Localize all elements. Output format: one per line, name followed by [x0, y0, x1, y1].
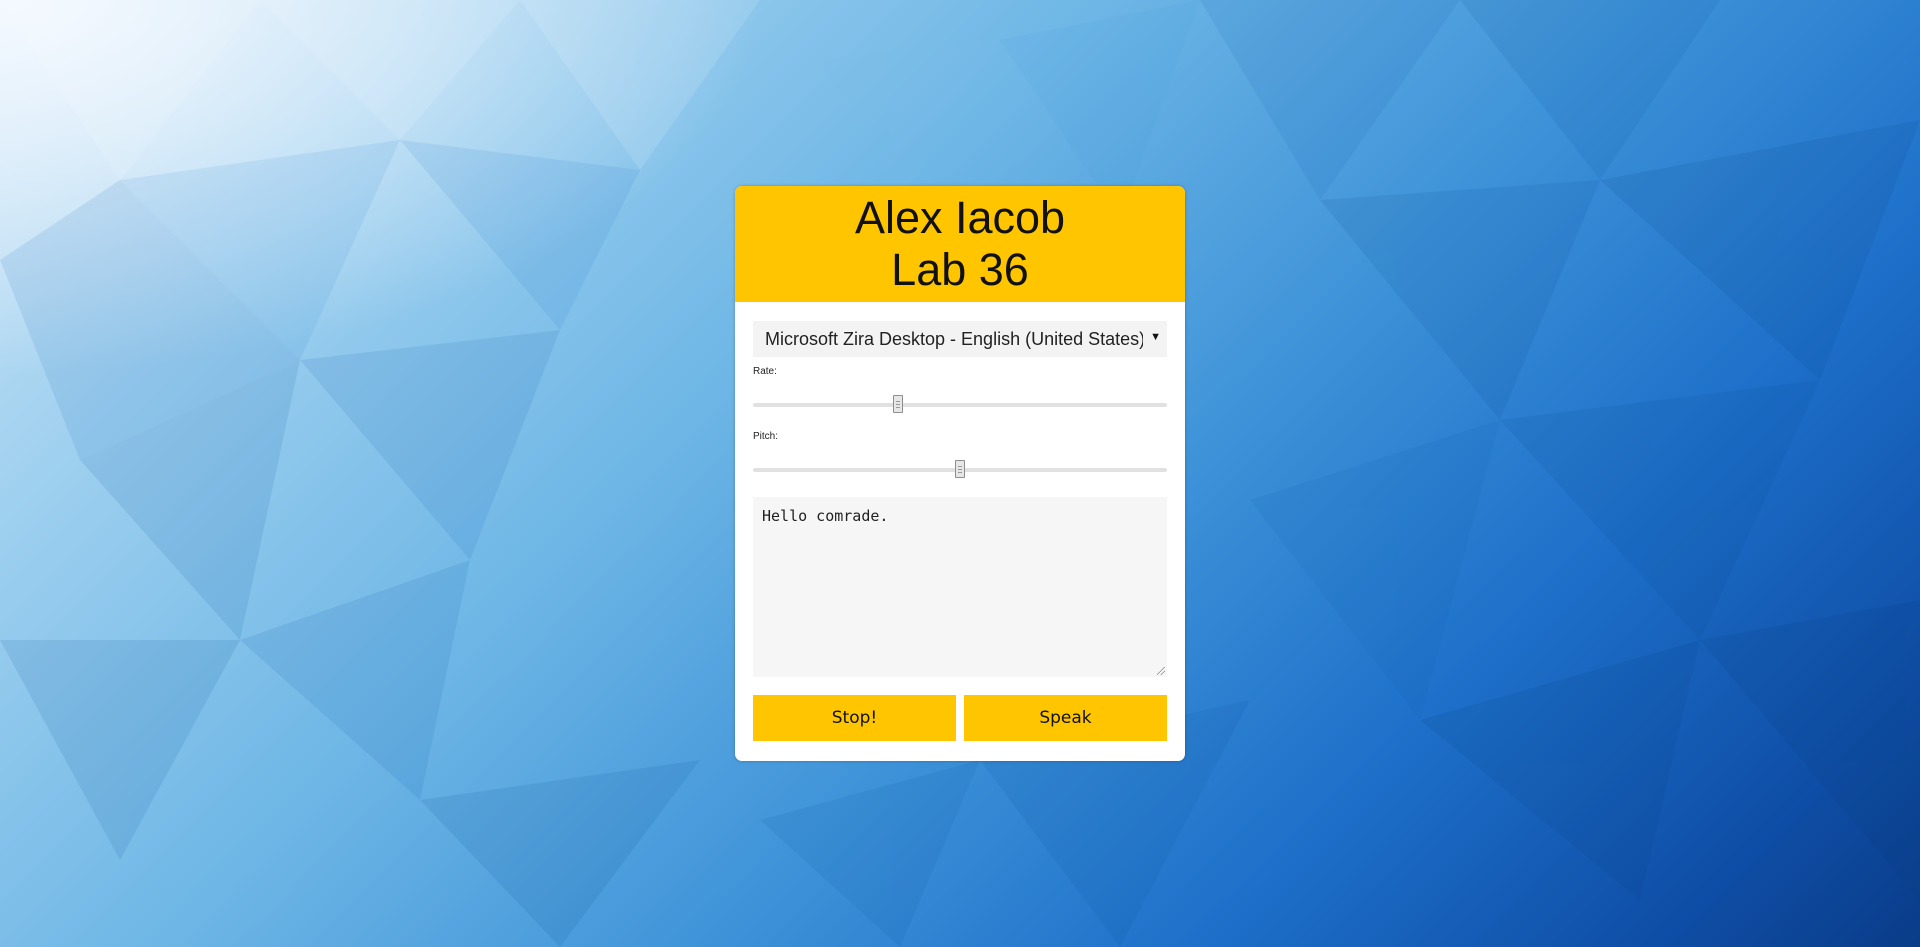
voiceinator-panel: Alex Iacob Lab 36 Microsoft Zira Desktop…	[735, 186, 1185, 761]
message-textarea[interactable]: Hello comrade.	[753, 497, 1167, 677]
pitch-slider-thumb[interactable]	[955, 460, 965, 478]
voice-select-value: Microsoft Zira Desktop - English (United…	[765, 328, 1143, 349]
title-line-2: Lab 36	[891, 244, 1029, 295]
voice-select[interactable]: Microsoft Zira Desktop - English (United…	[753, 321, 1167, 357]
pitch-label: Pitch:	[753, 431, 779, 442]
rate-slider-thumb[interactable]	[892, 395, 903, 413]
pitch-slider[interactable]	[753, 460, 1167, 480]
rate-label: Rate:	[753, 366, 777, 377]
title-line-1: Alex Iacob	[854, 192, 1066, 243]
message-text: Hello comrade.	[762, 507, 889, 525]
stop-button[interactable]: Stop!	[753, 695, 956, 741]
rate-slider[interactable]	[753, 395, 1167, 415]
speak-button[interactable]: Speak	[964, 695, 1167, 741]
resize-handle-icon[interactable]	[1157, 667, 1165, 675]
page-title: Alex Iacob Lab 36	[855, 192, 1065, 296]
rate-slider-track	[753, 403, 1167, 407]
dropdown-arrow-icon: ▼	[1150, 331, 1161, 343]
panel-header: Alex Iacob Lab 36	[735, 186, 1185, 302]
